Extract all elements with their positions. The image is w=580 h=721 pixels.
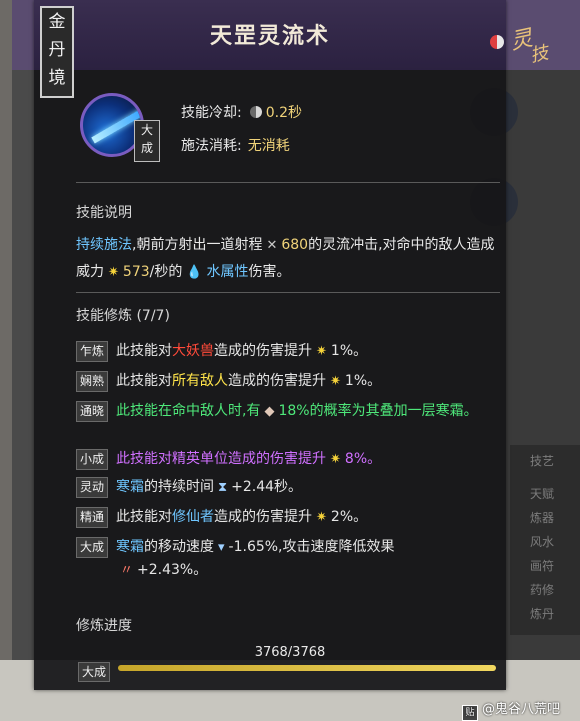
background-left-edge [0,0,12,721]
training-value: 2%。 [330,509,368,525]
training-tier-label: 大成 [76,537,108,558]
toggle-icon[interactable] [490,35,504,49]
training-target: 所有敌人 [172,373,228,389]
training-text: 此技能对 [116,343,172,359]
water-drop-icon: 💧 [186,265,203,280]
realm-badge: 金 丹 境 [40,6,74,98]
realm-char: 丹 [48,40,66,60]
training-target: 大妖兽 [172,343,214,359]
training-value: +2.44秒。 [231,479,303,495]
training-tier-label: 娴熟 [76,371,108,392]
power-icon: ✷ [108,265,119,280]
sun-icon: ✷ [330,374,341,389]
description-heading: 技能说明 [76,205,132,221]
skill-rank-tag: 大 成 [134,120,160,162]
desc-text: ,朝前方射出一道射程 [132,237,263,253]
boot-icon: ▾ [218,540,225,555]
training-tier-label: 精通 [76,507,108,528]
training-text: 的持续时间 [144,479,214,495]
bg-menu-item: 画符 [530,559,555,573]
progress-bar [118,665,496,671]
cooldown-row: 技能冷却: 0.2秒 [181,102,302,122]
realm-char: 金 [48,12,66,32]
range-icon: ✕ [266,238,278,253]
training-text: 造成的伤害提升 [228,373,326,389]
training-target: 寒霜 [116,479,144,495]
skill-title: 天罡灵流术 [209,24,330,49]
tieba-icon: 贴 [462,705,478,721]
bg-menu-item: 风水 [530,535,555,549]
bg-menu-item: 天赋 [530,487,555,501]
training-target: 修仙者 [172,509,214,525]
bg-menu-item: 炼器 [530,511,555,525]
bg-menu-item: 炼丹 [530,607,555,621]
realm-char: 境 [48,68,66,88]
cooldown-label: 技能冷却: [181,105,242,121]
training-text: 此技能对精英单位造成的伤害提升 [116,451,326,467]
bg-menu-item: 药修 [530,583,555,597]
divider [76,182,500,183]
training-text: 的移动速度 [144,539,214,555]
training-heading: 技能修炼 (7/7) [76,308,170,324]
training-tier-label: 通晓 [76,401,108,422]
cooldown-icon [249,106,262,118]
divider [76,292,500,293]
training-value: -1.65%,攻击速度降低效果 [228,539,395,555]
gem-icon: ◆ [264,404,275,419]
element-value: 水属性 [206,264,249,280]
skill-description: 持续施法,朝前方射出一道射程 ✕ 680的灵流冲击,对命中的敌人造成威力 ✷ 573/秒… [76,232,500,286]
sun-icon: ✷ [316,510,327,525]
cost-label: 施法消耗: [181,138,242,154]
training-target: 寒霜 [116,539,144,555]
desc-highlight: 持续施法 [76,237,132,253]
watermark-text: @鬼谷八荒吧 [482,702,561,717]
cost-row: 施法消耗: 无消耗 [181,135,290,155]
sun-icon: ✷ [330,452,341,467]
progress-count: 3768/3768 [254,645,326,660]
progress-label: 修炼进度 [76,618,132,634]
watermark: 贴 @鬼谷八荒吧 [462,698,560,721]
range-value: 680 [281,237,309,253]
cooldown-value: 0.2秒 [265,105,302,121]
training-text: 此技能对 [116,373,172,389]
training-value: 18%的概率为其叠加一层寒霜。 [278,403,478,419]
progress-fill [118,665,496,671]
training-text: 造成的伤害提升 [214,343,312,359]
hourglass-icon: ⧗ [218,480,228,495]
training-value: 1%。 [344,373,382,389]
sun-icon: ✷ [316,344,327,359]
training-value: +2.43%。 [137,562,208,578]
training-tier-label: 乍炼 [76,341,108,362]
training-value: 8%。 [344,451,382,467]
attack-speed-icon: 〃 [120,563,134,578]
training-text: 造成的伤害提升 [214,509,312,525]
training-text: 此技能对 [116,509,172,525]
training-tier-label: 灵动 [76,477,108,498]
cost-value: 无消耗 [247,138,290,154]
desc-text: 伤害。 [248,264,291,280]
power-value: 573 [122,264,150,280]
training-value: 1%。 [330,343,368,359]
training-tier-label: 小成 [76,449,108,470]
bg-menu-item: 技艺 [530,454,555,468]
training-text: 此技能在命中敌人时,有 [116,403,261,419]
progress-rank: 大成 [78,662,110,682]
desc-text: /秒的 [149,264,183,280]
